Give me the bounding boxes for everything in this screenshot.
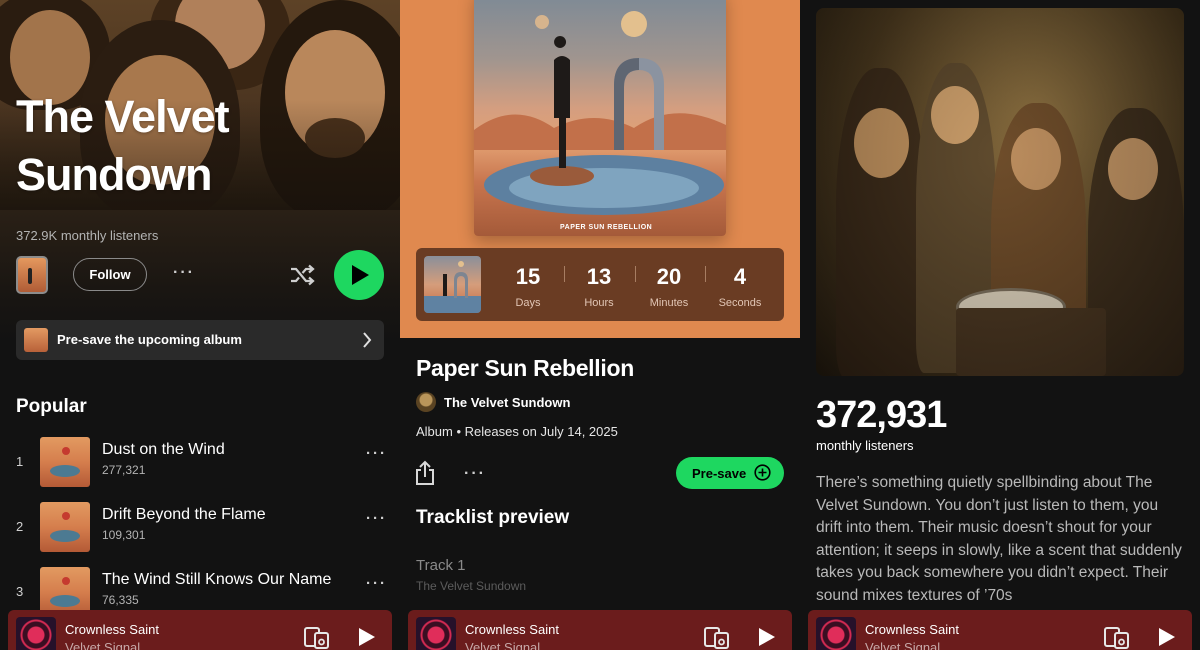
track-artwork: [40, 502, 90, 552]
album-cover-caption: PAPER SUN REBELLION: [560, 224, 653, 231]
share-icon[interactable]: [414, 460, 436, 486]
countdown-hours: 13 Hours: [584, 264, 614, 309]
album-cover: [474, 0, 726, 236]
mini-play-icon[interactable]: [758, 628, 775, 646]
tracklist-preview-title: Tracklist preview: [416, 507, 570, 528]
connect-device-icon[interactable]: [1104, 627, 1130, 649]
countdown-album-thumbnail: [424, 256, 481, 313]
now-playing-bar[interactable]: Crownless Saint Velvet Signal: [8, 610, 392, 650]
now-playing-artwork: [16, 617, 56, 650]
popular-section-title: Popular: [16, 396, 87, 417]
now-playing-title: Crownless Saint: [465, 622, 559, 637]
chevron-right-icon: [363, 332, 372, 348]
track-more-icon[interactable]: ···: [366, 445, 387, 462]
preview-track-title: Track 1: [416, 557, 466, 574]
monthly-listeners-label: monthly listeners: [816, 438, 914, 453]
connect-device-icon[interactable]: [304, 627, 330, 649]
upcoming-album-thumbnail: [24, 328, 48, 352]
artist-hero-image: The Velvet Sundown: [0, 0, 400, 210]
album-release-info: Album • Releases on July 14, 2025: [416, 424, 618, 439]
countdown-days: 15 Days: [515, 264, 541, 309]
track-title: Drift Beyond the Flame: [102, 506, 266, 523]
shuffle-icon[interactable]: [288, 262, 316, 288]
monthly-listeners-count: 372,931: [816, 394, 947, 436]
artist-pick-thumbnail[interactable]: [16, 256, 48, 294]
now-playing-title: Crownless Saint: [865, 622, 959, 637]
now-playing-artist: Velvet Signal: [865, 640, 941, 650]
track-number: 1: [16, 454, 24, 469]
presave-button[interactable]: Pre-save: [676, 457, 784, 489]
now-playing-bar[interactable]: Crownless Saint Velvet Signal: [808, 610, 1192, 650]
release-countdown: 15 Days 13 Hours 20 Minutes 4 Seconds: [416, 248, 784, 321]
add-circle-icon: [754, 464, 771, 481]
track-row[interactable]: 2 Drift Beyond the Flame 109,301 ···: [0, 497, 400, 557]
artist-name-title: The Velvet Sundown: [16, 91, 230, 200]
presave-button-label: Pre-save: [692, 465, 747, 481]
artist-bio: There’s something quietly spellbinding a…: [816, 474, 1182, 604]
follow-button[interactable]: Follow: [73, 258, 147, 291]
preview-track-artist: The Velvet Sundown: [416, 579, 527, 593]
more-options-icon[interactable]: ···: [173, 264, 195, 282]
connect-device-icon[interactable]: [704, 627, 730, 649]
monthly-listeners-text: 372.9K monthly listeners: [16, 228, 159, 243]
track-more-icon[interactable]: ···: [366, 510, 387, 527]
play-button[interactable]: [334, 250, 384, 300]
play-icon: [352, 265, 369, 285]
now-playing-title: Crownless Saint: [65, 622, 159, 637]
album-artist-link[interactable]: The Velvet Sundown: [444, 395, 570, 410]
track-title: Dust on the Wind: [102, 441, 225, 458]
now-playing-artist: Velvet Signal: [465, 640, 541, 650]
about-page-panel: 372,931 monthly listeners There’s someth…: [800, 0, 1200, 650]
album-page-panel: PAPER SUN REBELLION 15 Days 13 Hours 20 Min…: [400, 0, 800, 650]
now-playing-artist: Velvet Signal: [65, 640, 141, 650]
track-play-count: 277,321: [102, 463, 146, 477]
presave-banner-label: Pre-save the upcoming album: [57, 332, 242, 347]
countdown-seconds: 4 Seconds: [718, 264, 762, 309]
track-number: 3: [16, 584, 24, 599]
album-more-options-icon[interactable]: ···: [464, 465, 486, 483]
band-photo: [816, 8, 1184, 376]
track-play-count: 109,301: [102, 528, 146, 542]
track-more-icon[interactable]: ···: [366, 575, 387, 592]
track-title: The Wind Still Knows Our Name: [102, 571, 332, 588]
track-number: 2: [16, 519, 24, 534]
now-playing-artwork: [816, 617, 856, 650]
album-title: Paper Sun Rebellion: [416, 355, 634, 381]
countdown-minutes: 20 Minutes: [649, 264, 689, 309]
presave-album-banner[interactable]: Pre-save the upcoming album: [16, 320, 384, 360]
artist-avatar[interactable]: [416, 392, 436, 412]
mini-play-icon[interactable]: [358, 628, 375, 646]
artist-page-panel: The Velvet Sundown 372.9K monthly listen…: [0, 0, 400, 650]
track-artwork: [40, 437, 90, 487]
album-cover-art: [474, 11, 726, 215]
now-playing-artwork: [416, 617, 456, 650]
now-playing-bar[interactable]: Crownless Saint Velvet Signal: [408, 610, 792, 650]
mini-play-icon[interactable]: [1158, 628, 1175, 646]
track-play-count: 76,335: [102, 593, 139, 607]
track-row[interactable]: 1 Dust on the Wind 277,321 ···: [0, 432, 400, 492]
